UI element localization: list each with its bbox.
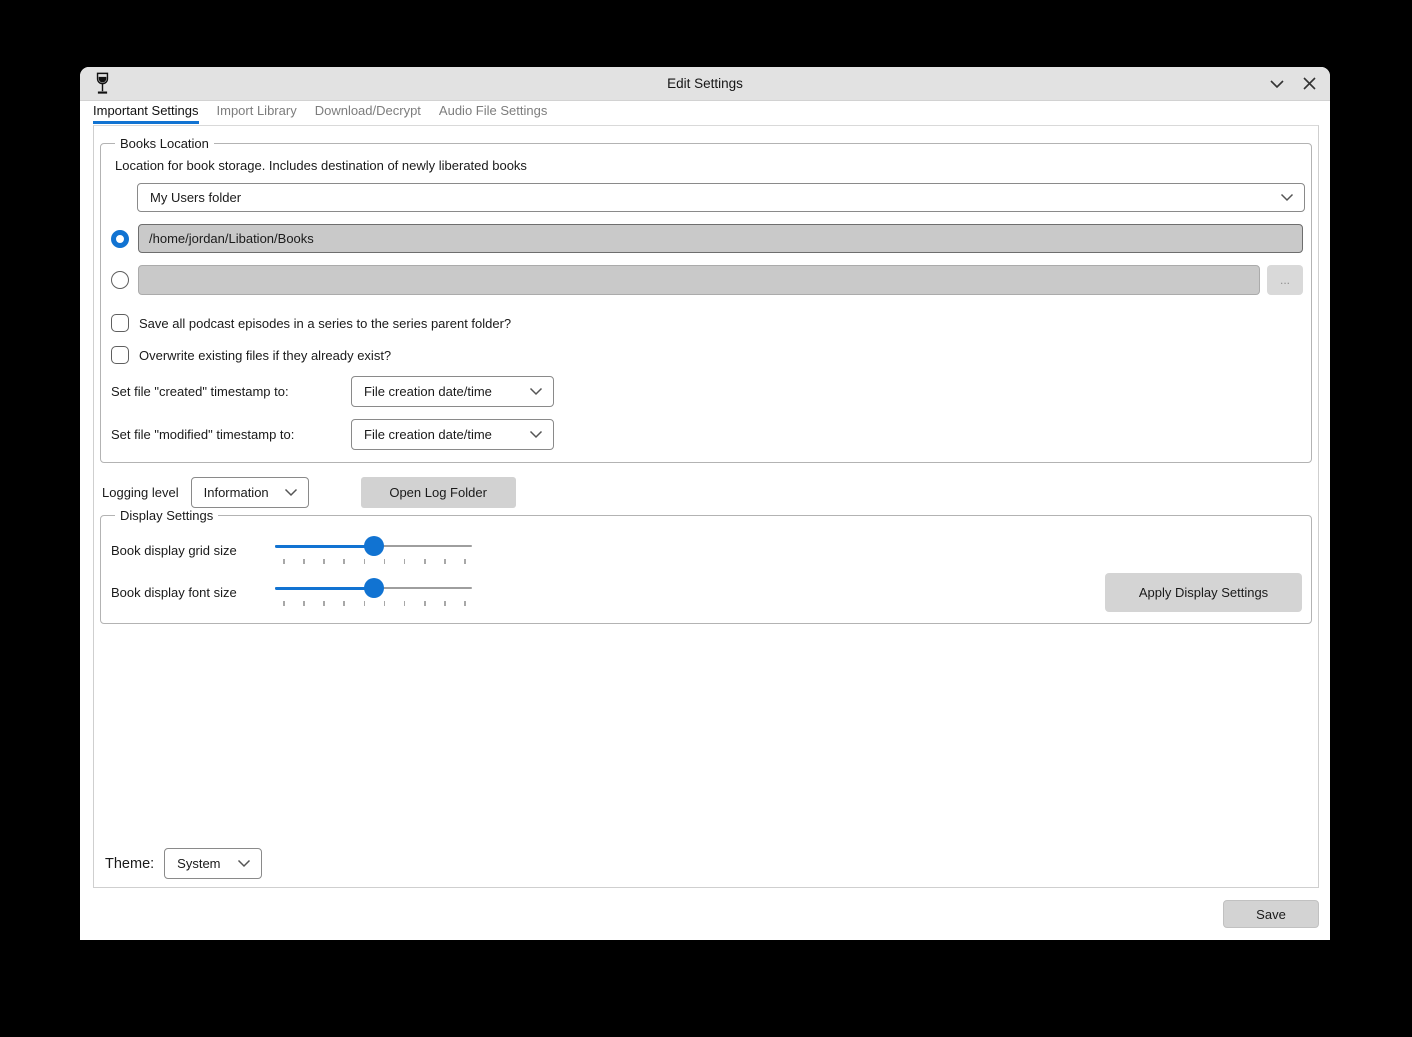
books-location-description: Location for book storage. Includes dest… (115, 158, 1303, 173)
theme-row: Theme: System (105, 848, 262, 879)
created-timestamp-label: Set file "created" timestamp to: (111, 384, 351, 399)
browse-button[interactable]: ... (1267, 265, 1303, 295)
podcast-series-checkbox-label: Save all podcast episodes in a series to… (139, 316, 511, 331)
podcast-series-checkbox-row: Save all podcast episodes in a series to… (109, 314, 1303, 332)
created-timestamp-row: Set file "created" timestamp to: File cr… (109, 376, 1303, 407)
save-button[interactable]: Save (1223, 900, 1319, 928)
logging-level-label: Logging level (102, 485, 179, 500)
logging-row: Logging level Information Open Log Folde… (102, 477, 1312, 508)
custom-folder-radio[interactable] (111, 271, 129, 289)
tabstrip: Important Settings Import Library Downlo… (80, 101, 1330, 125)
theme-value: System (177, 856, 229, 871)
window-controls (1269, 77, 1316, 90)
slider-track-fill (275, 587, 374, 590)
tab-content-panel: Books Location Location for book storage… (93, 125, 1319, 888)
overwrite-checkbox-row: Overwrite existing files if they already… (109, 346, 1303, 364)
custom-folder-path-field[interactable] (138, 265, 1260, 295)
chevron-down-icon (529, 430, 543, 439)
font-size-slider[interactable] (275, 578, 472, 607)
books-location-group: Books Location Location for book storage… (100, 136, 1312, 463)
slider-ticks (283, 601, 466, 607)
tab-important-settings[interactable]: Important Settings (93, 101, 199, 124)
display-settings-group: Display Settings Book display grid size … (100, 508, 1312, 624)
chevron-down-icon (1280, 193, 1294, 202)
grid-size-row: Book display grid size (109, 536, 1303, 565)
tab-import-library[interactable]: Import Library (217, 101, 297, 124)
slider-track-fill (275, 545, 374, 548)
display-settings-legend: Display Settings (115, 508, 218, 523)
modified-timestamp-select[interactable]: File creation date/time (351, 419, 554, 450)
open-log-folder-button[interactable]: Open Log Folder (361, 477, 516, 508)
slider-track[interactable] (275, 536, 472, 556)
font-size-label: Book display font size (111, 585, 275, 600)
chevron-down-icon (284, 488, 298, 497)
wine-glass-icon (94, 71, 111, 97)
apply-display-settings-button[interactable]: Apply Display Settings (1105, 573, 1302, 612)
modified-timestamp-value: File creation date/time (364, 427, 521, 442)
known-folder-radio[interactable] (111, 230, 129, 248)
books-location-legend: Books Location (115, 136, 214, 151)
slider-thumb[interactable] (364, 536, 384, 556)
titlebar[interactable]: Edit Settings (80, 67, 1330, 101)
tab-download-decrypt[interactable]: Download/Decrypt (315, 101, 421, 124)
bottom-bar: Save (80, 888, 1330, 940)
base-folder-select[interactable]: My Users folder (137, 183, 1305, 212)
logging-level-value: Information (204, 485, 276, 500)
known-folder-row: /home/jordan/Libation/Books (109, 224, 1303, 253)
slider-ticks (283, 559, 466, 565)
overwrite-checkbox[interactable] (111, 346, 129, 364)
close-button[interactable] (1303, 77, 1316, 90)
tab-audio-file-settings[interactable]: Audio File Settings (439, 101, 547, 124)
custom-folder-row: ... (109, 265, 1303, 295)
created-timestamp-value: File creation date/time (364, 384, 521, 399)
modified-timestamp-label: Set file "modified" timestamp to: (111, 427, 351, 442)
slider-track[interactable] (275, 578, 472, 598)
modified-timestamp-row: Set file "modified" timestamp to: File c… (109, 419, 1303, 450)
podcast-series-checkbox[interactable] (111, 314, 129, 332)
logging-level-select[interactable]: Information (191, 477, 309, 508)
theme-select[interactable]: System (164, 848, 262, 879)
window-title: Edit Settings (80, 76, 1330, 91)
grid-size-slider[interactable] (275, 536, 472, 565)
chevron-down-icon (529, 387, 543, 396)
grid-size-label: Book display grid size (111, 543, 275, 558)
chevron-down-icon (237, 859, 251, 868)
overwrite-checkbox-label: Overwrite existing files if they already… (139, 348, 391, 363)
theme-label: Theme: (105, 856, 154, 872)
created-timestamp-select[interactable]: File creation date/time (351, 376, 554, 407)
slider-thumb[interactable] (364, 578, 384, 598)
minimize-button[interactable] (1269, 79, 1285, 89)
base-folder-value: My Users folder (150, 190, 1272, 205)
known-folder-path-field: /home/jordan/Libation/Books (138, 224, 1303, 253)
edit-settings-window: Edit Settings Important Settings Import … (80, 67, 1330, 940)
